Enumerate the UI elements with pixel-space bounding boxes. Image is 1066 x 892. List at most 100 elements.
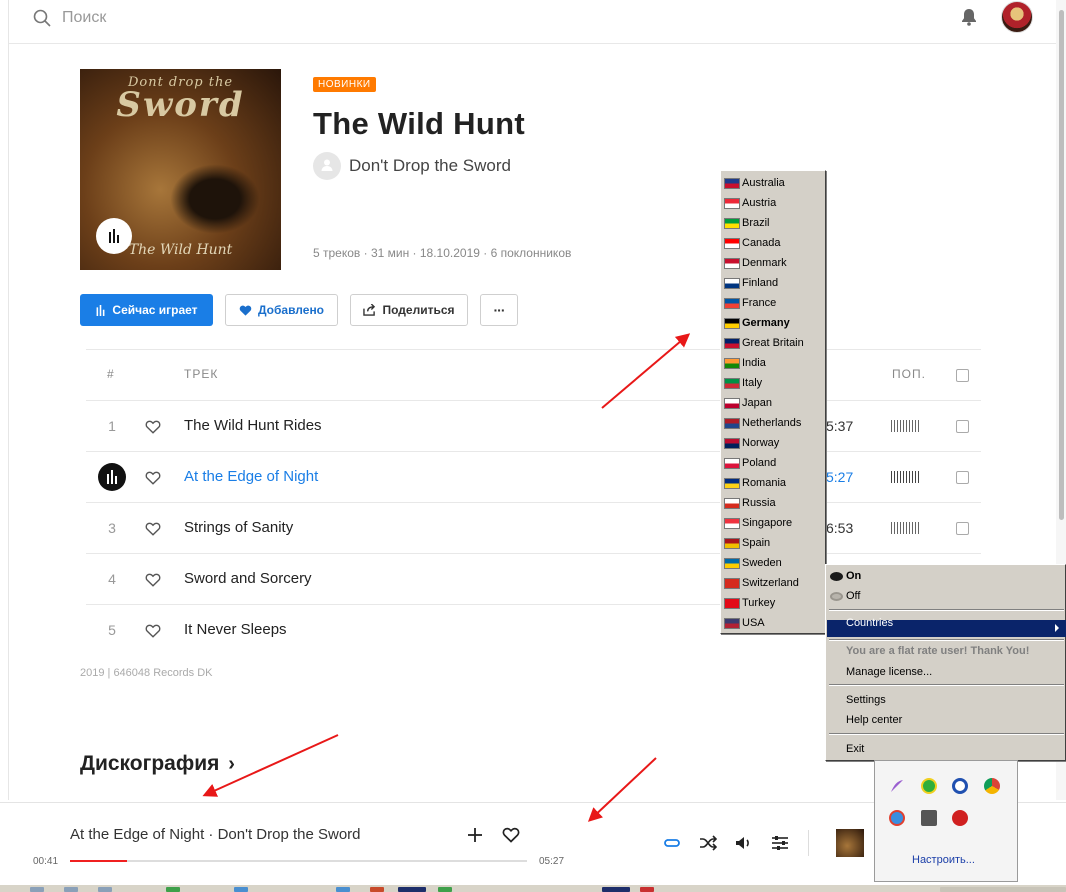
- menu-item-settings[interactable]: Settings: [846, 694, 886, 706]
- lock-tray-icon[interactable]: [921, 810, 937, 826]
- track-checkbox[interactable]: [956, 522, 969, 535]
- country-item[interactable]: Sweden: [721, 553, 825, 573]
- menu-item-help-center[interactable]: Help center: [846, 714, 902, 726]
- taskbar-item[interactable]: [64, 887, 78, 892]
- country-item[interactable]: Brazil: [721, 213, 825, 233]
- scrollbar-thumb[interactable]: [1059, 10, 1064, 520]
- track-title[interactable]: The Wild Hunt Rides: [184, 417, 322, 434]
- taskbar-item[interactable]: [438, 887, 452, 892]
- country-label: Germany: [742, 317, 790, 329]
- now-playing-button[interactable]: Сейчас играет: [80, 294, 213, 326]
- repeat-icon[interactable]: [663, 834, 681, 852]
- more-icon: ···: [493, 302, 506, 318]
- discography-link[interactable]: Дискография ›: [80, 752, 235, 776]
- heart-icon[interactable]: [145, 471, 161, 485]
- menu-item-off[interactable]: Off: [846, 590, 860, 602]
- country-item[interactable]: Spain: [721, 533, 825, 553]
- flag-icon: [724, 197, 740, 209]
- favorite-button[interactable]: Добавлено: [225, 294, 338, 326]
- country-item[interactable]: Denmark: [721, 253, 825, 273]
- menu-item-manage-license[interactable]: Manage license...: [846, 666, 932, 678]
- country-item[interactable]: France: [721, 293, 825, 313]
- country-item[interactable]: Turkey: [721, 593, 825, 613]
- track-checkbox[interactable]: [956, 471, 969, 484]
- menu-item-on[interactable]: On: [846, 570, 861, 582]
- taskbar-item[interactable]: [30, 887, 44, 892]
- tray-configure-link[interactable]: Настроить...: [912, 854, 975, 866]
- taskbar-item[interactable]: [98, 887, 112, 892]
- progress-bar[interactable]: [70, 860, 527, 862]
- country-item[interactable]: Singapore: [721, 513, 825, 533]
- track-title[interactable]: Sword and Sorcery: [184, 570, 312, 587]
- country-label: Denmark: [742, 257, 787, 269]
- taskbar-tray[interactable]: [940, 887, 1066, 892]
- taskbar-item[interactable]: [166, 887, 180, 892]
- country-item[interactable]: Italy: [721, 373, 825, 393]
- select-all-checkbox[interactable]: [956, 369, 969, 382]
- flag-icon: [724, 177, 740, 189]
- heart-icon[interactable]: [145, 624, 161, 638]
- country-item[interactable]: Romania: [721, 473, 825, 493]
- equalizer-settings-icon[interactable]: [771, 834, 789, 852]
- country-item[interactable]: Great Britain: [721, 333, 825, 353]
- country-item[interactable]: Russia: [721, 493, 825, 513]
- search-icon[interactable]: [32, 8, 52, 28]
- plus-tray-icon[interactable]: [921, 778, 937, 794]
- country-item[interactable]: Australia: [721, 173, 825, 193]
- plus-icon[interactable]: [466, 826, 484, 844]
- taskbar-item[interactable]: [398, 887, 426, 892]
- more-button[interactable]: ···: [480, 294, 518, 326]
- country-item[interactable]: Japan: [721, 393, 825, 413]
- country-item[interactable]: India: [721, 353, 825, 373]
- os-tray-icon[interactable]: [952, 810, 968, 826]
- menu-item-countries[interactable]: Countries: [846, 617, 893, 629]
- country-item[interactable]: Germany: [721, 313, 825, 333]
- eye-on-icon: [830, 572, 843, 581]
- country-item[interactable]: Finland: [721, 273, 825, 293]
- taskbar-item[interactable]: [370, 887, 384, 892]
- track-title[interactable]: It Never Sleeps: [184, 621, 287, 638]
- shuffle-icon[interactable]: [699, 834, 717, 852]
- menu-separator: [829, 733, 1064, 735]
- taskbar-item[interactable]: [336, 887, 350, 892]
- taskbar-item[interactable]: [234, 887, 248, 892]
- feather-icon[interactable]: [889, 778, 905, 794]
- col-header-popularity[interactable]: ПОП.: [892, 367, 926, 381]
- flag-icon: [724, 437, 740, 449]
- track-title[interactable]: Strings of Sanity: [184, 519, 293, 536]
- heart-icon[interactable]: [145, 420, 161, 434]
- submenu-arrow-icon: [1055, 624, 1059, 632]
- app-tray-icon[interactable]: [889, 810, 905, 826]
- chrome-icon[interactable]: [984, 778, 1000, 794]
- flag-icon: [724, 497, 740, 509]
- search-input[interactable]: [62, 6, 362, 30]
- player-album-thumbnail[interactable]: [836, 829, 864, 857]
- sync-tray-icon[interactable]: [952, 778, 968, 794]
- country-item[interactable]: Switzerland: [721, 573, 825, 593]
- taskbar-item[interactable]: [640, 887, 654, 892]
- menu-item-exit[interactable]: Exit: [846, 743, 864, 755]
- heart-icon[interactable]: [145, 522, 161, 536]
- country-label: Japan: [742, 397, 772, 409]
- taskbar-item[interactable]: [602, 887, 630, 892]
- user-avatar[interactable]: [1001, 1, 1033, 33]
- heart-icon[interactable]: [145, 573, 161, 587]
- country-item[interactable]: Poland: [721, 453, 825, 473]
- heart-icon[interactable]: [502, 827, 520, 843]
- country-item[interactable]: Austria: [721, 193, 825, 213]
- artist-link[interactable]: Don't Drop the Sword: [349, 156, 511, 176]
- track-checkbox[interactable]: [956, 420, 969, 433]
- country-item[interactable]: Canada: [721, 233, 825, 253]
- country-item[interactable]: USA: [721, 613, 825, 633]
- now-playing-text[interactable]: At the Edge of Night · Don't Drop the Sw…: [70, 826, 361, 843]
- volume-icon[interactable]: [734, 834, 752, 852]
- country-label: Italy: [742, 377, 763, 389]
- now-playing-label: Сейчас играет: [112, 303, 198, 317]
- bell-icon[interactable]: [959, 7, 979, 27]
- country-item[interactable]: Netherlands: [721, 413, 825, 433]
- country-label: Sweden: [742, 557, 782, 569]
- track-title[interactable]: At the Edge of Night: [184, 468, 318, 485]
- share-button[interactable]: Поделиться: [350, 294, 468, 326]
- country-label: Russia: [742, 497, 776, 509]
- country-item[interactable]: Norway: [721, 433, 825, 453]
